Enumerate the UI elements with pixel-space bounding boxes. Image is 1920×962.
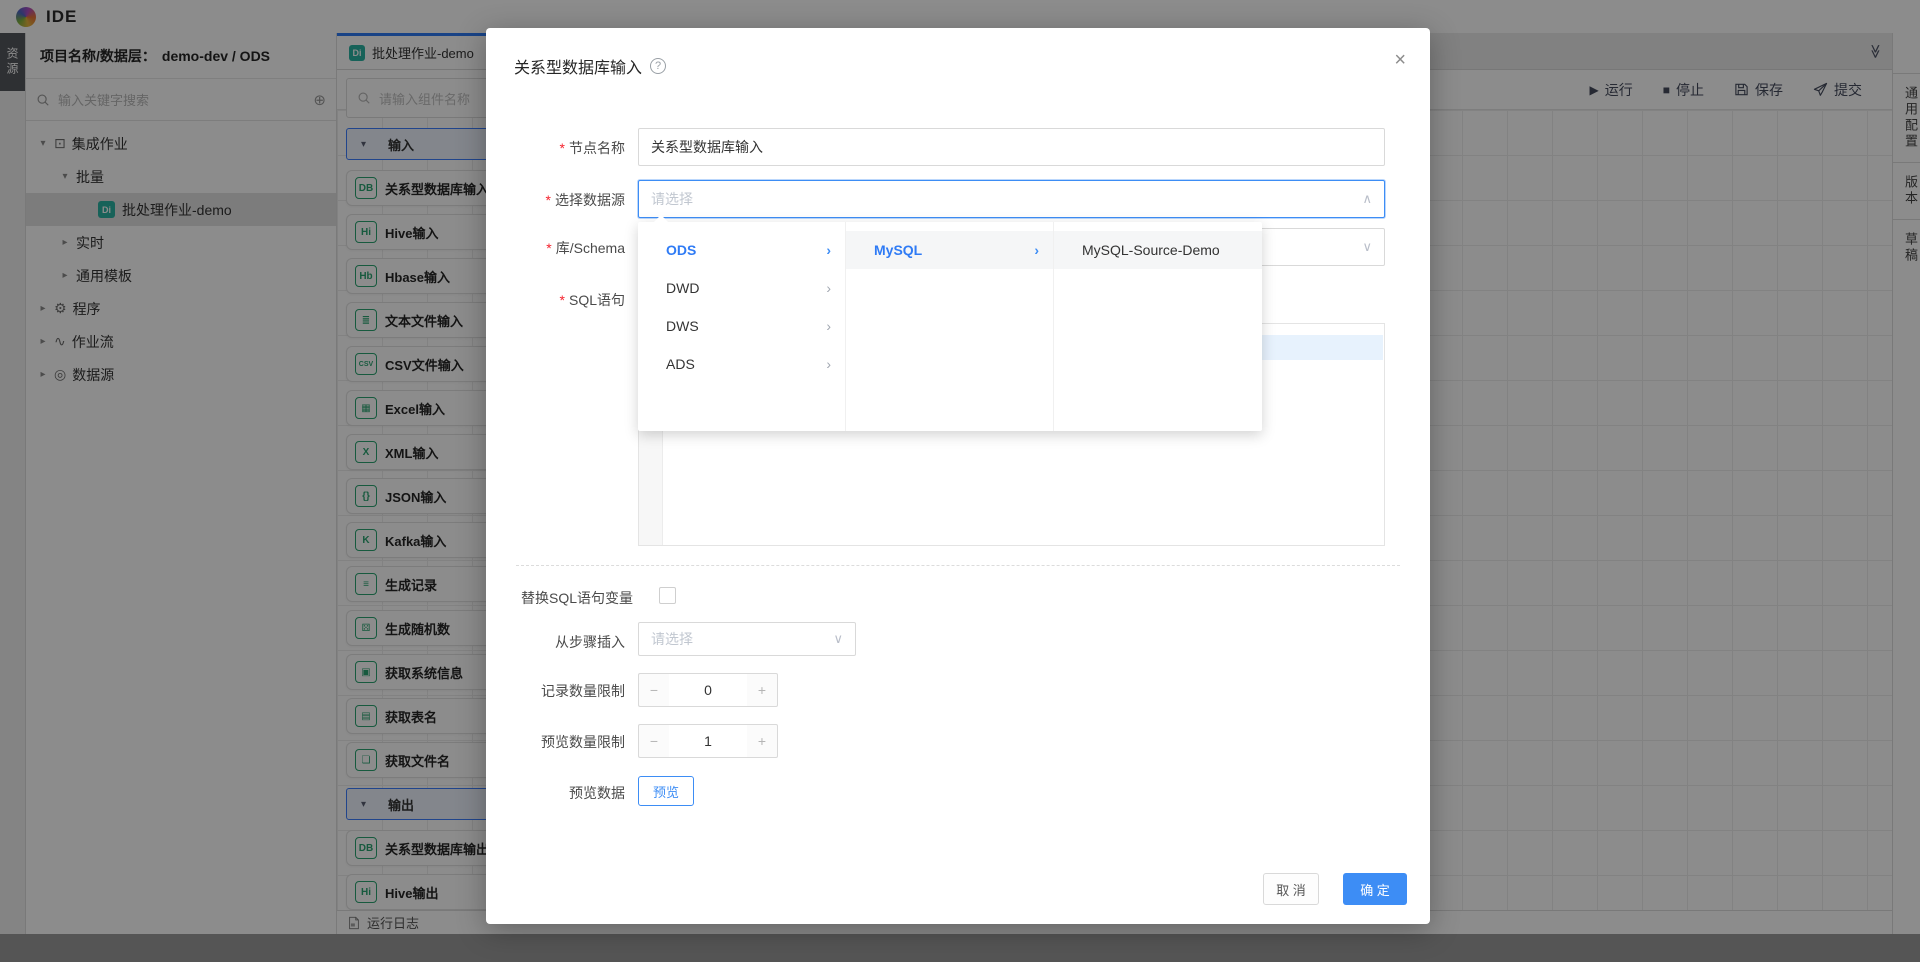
cascader-option-label: MySQL-Source-Demo	[1082, 242, 1220, 258]
sql-label: *SQL语句	[486, 290, 625, 310]
cascader-column-2: MySQL ›	[846, 222, 1054, 431]
datasource-placeholder: 请选择	[651, 189, 693, 209]
plus-button[interactable]: +	[747, 724, 778, 758]
relational-db-input-dialog: 关系型数据库输入 ? × *节点名称 关系型数据库输入 *选择数据源 请选择 ∧…	[486, 28, 1430, 924]
chevron-right-icon: ›	[1034, 231, 1039, 269]
record-limit-value[interactable]: 0	[669, 673, 747, 707]
cascader-option-label: ADS	[666, 356, 695, 372]
insert-from-step-label: 从步骤插入	[486, 632, 625, 652]
close-icon[interactable]: ×	[1394, 50, 1406, 70]
cascader-option-label: DWD	[666, 280, 699, 296]
cascader-option-label: DWS	[666, 318, 699, 334]
insert-from-step-select[interactable]: 请选择 ∨	[638, 622, 856, 656]
node-name-label: *节点名称	[486, 138, 625, 158]
cascader-option-MySQL[interactable]: MySQL ›	[846, 231, 1053, 269]
preview-button[interactable]: 预览	[638, 776, 694, 806]
preview-limit-label: 预览数量限制	[486, 732, 625, 752]
cascader-option-MySQL-Source-Demo[interactable]: MySQL-Source-Demo	[1054, 231, 1262, 269]
record-limit-stepper: − 0 +	[638, 673, 778, 707]
chevron-up-icon: ∧	[1362, 191, 1372, 207]
datasource-cascader: ODS › DWD › DWS › ADS › MySQL › MySQL-Source-Demo	[638, 222, 1262, 431]
replace-var-checkbox[interactable]	[659, 587, 676, 604]
cancel-button[interactable]: 取 消	[1263, 873, 1319, 905]
required-mark: *	[560, 292, 565, 308]
preview-data-label: 预览数据	[486, 783, 625, 803]
minus-button[interactable]: −	[638, 673, 669, 707]
chevron-right-icon: ›	[826, 345, 831, 383]
cascader-column-3: MySQL-Source-Demo	[1054, 222, 1262, 431]
cascader-option-ADS[interactable]: ADS ›	[638, 345, 845, 383]
datasource-label: *选择数据源	[486, 190, 625, 210]
insert-from-step-placeholder: 请选择	[651, 629, 693, 649]
node-name-input[interactable]: 关系型数据库输入	[638, 128, 1385, 166]
cascader-option-DWD[interactable]: DWD ›	[638, 269, 845, 307]
cascader-option-label: ODS	[666, 242, 696, 258]
required-mark: *	[560, 140, 565, 156]
required-mark: *	[546, 240, 551, 256]
ok-button[interactable]: 确 定	[1343, 873, 1407, 905]
dashed-divider	[516, 565, 1400, 566]
help-icon[interactable]: ?	[650, 58, 666, 74]
ide-app: IDE 资源 项目名称/数据层：demo-dev / ODS 输入关键字搜索 ⊕…	[0, 0, 1920, 962]
chevron-right-icon: ›	[826, 231, 831, 269]
chevron-right-icon: ›	[826, 269, 831, 307]
required-mark: *	[546, 192, 551, 208]
schema-label: *库/Schema	[486, 238, 625, 258]
record-limit-label: 记录数量限制	[486, 681, 625, 701]
dialog-title-text: 关系型数据库输入	[514, 54, 642, 78]
chevron-down-icon: ∨	[833, 631, 843, 647]
preview-limit-stepper: − 1 +	[638, 724, 778, 758]
preview-limit-value[interactable]: 1	[669, 724, 747, 758]
cascader-option-ODS[interactable]: ODS ›	[638, 231, 845, 269]
node-name-value: 关系型数据库输入	[651, 137, 763, 157]
cascader-option-DWS[interactable]: DWS ›	[638, 307, 845, 345]
chevron-down-icon: ∨	[1362, 239, 1372, 255]
chevron-right-icon: ›	[826, 307, 831, 345]
minus-button[interactable]: −	[638, 724, 669, 758]
cascader-column-1: ODS › DWD › DWS › ADS ›	[638, 222, 846, 431]
datasource-select[interactable]: 请选择 ∧	[638, 180, 1385, 218]
cascader-option-label: MySQL	[874, 242, 922, 258]
dialog-title: 关系型数据库输入 ?	[514, 54, 666, 78]
plus-button[interactable]: +	[747, 673, 778, 707]
replace-var-label: 替换SQL语句变量	[486, 588, 633, 608]
